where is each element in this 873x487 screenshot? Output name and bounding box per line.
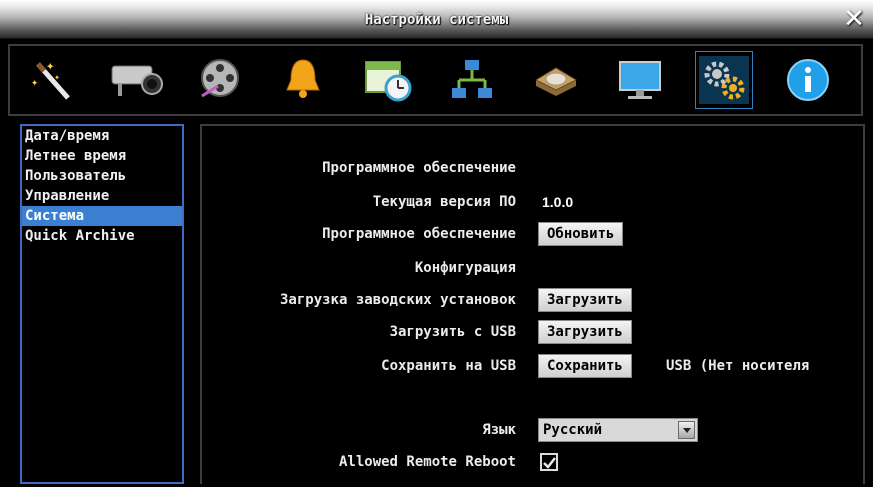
language-select[interactable]: Русский [538, 418, 698, 442]
settings-sidebar: Дата/время Летнее время Пользователь Упр… [20, 124, 184, 484]
camera-icon[interactable] [108, 52, 164, 108]
hard-disk-icon[interactable] [528, 52, 584, 108]
sidebar-item-datetime[interactable]: Дата/время [22, 126, 182, 146]
title-bar: Настройки системы ✕ [0, 0, 873, 39]
factory-load-button[interactable]: Загрузить [538, 288, 632, 312]
language-value: Русский [543, 422, 603, 438]
update-button[interactable]: Обновить [538, 222, 624, 246]
gears-icon[interactable] [695, 51, 753, 109]
usb-save-button[interactable]: Сохранить [538, 354, 632, 378]
sidebar-item-dst[interactable]: Летнее время [22, 146, 182, 166]
category-toolbar: ✦ ✦ ✦ [8, 44, 863, 116]
network-icon[interactable] [444, 52, 500, 108]
usb-load-label: Загрузить с USB [389, 324, 516, 340]
config-heading: Конфигурация [414, 260, 516, 276]
current-version-label: Текущая версия ПО [372, 194, 516, 210]
usb-status: USB (Нет носителя [666, 358, 810, 374]
bell-icon[interactable] [275, 52, 331, 108]
sidebar-item-user[interactable]: Пользователь [22, 166, 182, 186]
film-reel-icon[interactable] [192, 52, 248, 108]
magic-wand-icon[interactable]: ✦ ✦ ✦ [24, 52, 80, 108]
checkmark-icon [543, 457, 556, 469]
remote-reboot-checkbox[interactable] [540, 453, 558, 471]
language-label: Язык [482, 422, 516, 438]
software-heading: Программное обеспечение [322, 160, 516, 176]
remote-reboot-label: Allowed Remote Reboot [338, 454, 516, 470]
svg-text:✦: ✦ [31, 75, 38, 89]
sidebar-item-system[interactable]: Система [22, 206, 182, 226]
system-panel: Программное обеспечение Текущая версия П… [200, 124, 865, 484]
svg-text:✦: ✦ [54, 72, 60, 83]
current-version-value: 1.0.0 [542, 194, 574, 210]
sidebar-item-control[interactable]: Управление [22, 186, 182, 206]
window-title: Настройки системы [364, 12, 509, 28]
factory-load-label: Загрузка заводских установок [279, 292, 516, 308]
info-icon[interactable] [780, 52, 836, 108]
usb-save-label: Сохранить на USB [381, 358, 516, 374]
schedule-calendar-icon[interactable] [360, 52, 416, 108]
chevron-down-icon[interactable] [678, 421, 695, 439]
firmware-label: Программное обеспечение [322, 226, 516, 242]
sidebar-item-quick-archive[interactable]: Quick Archive [22, 226, 182, 246]
monitor-icon[interactable] [612, 52, 668, 108]
close-button[interactable]: ✕ [841, 6, 867, 32]
usb-load-button[interactable]: Загрузить [538, 320, 632, 344]
